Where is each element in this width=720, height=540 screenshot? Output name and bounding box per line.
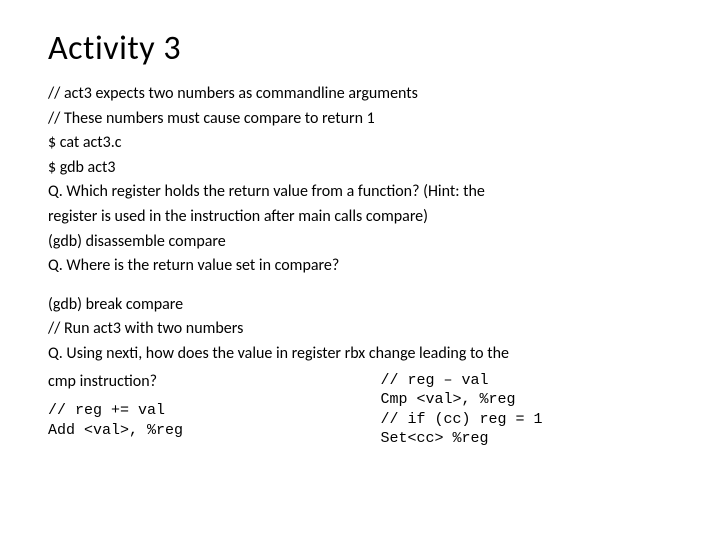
spacer (48, 280, 672, 294)
shell-line: $ cat act3.c (48, 132, 672, 154)
asm-comment: // if (cc) reg = 1 (380, 410, 672, 430)
comment-line: // Run act3 with two numbers (48, 318, 672, 340)
shell-line: $ gdb act3 (48, 157, 672, 179)
gdb-line: (gdb) disassemble compare (48, 231, 672, 253)
two-column-block: cmp instruction? // reg += val Add <val>… (48, 371, 672, 449)
right-column: // reg – val Cmp <val>, %reg // if (cc) … (372, 371, 672, 449)
question-line-cont: cmp instruction? (48, 371, 372, 393)
asm-instruction: Cmp <val>, %reg (380, 390, 672, 410)
question-line: Q. Using nexti, how does the value in re… (48, 343, 672, 365)
comment-line: // act3 expects two numbers as commandli… (48, 83, 672, 105)
asm-instruction: Add <val>, %reg (48, 421, 372, 441)
slide-title: Activity 3 (48, 28, 672, 69)
question-line: Q. Where is the return value set in comp… (48, 255, 672, 277)
question-line-cont: register is used in the instruction afte… (48, 206, 672, 228)
comment-line: // These numbers must cause compare to r… (48, 108, 672, 130)
asm-comment: // reg += val (48, 401, 372, 421)
asm-comment: // reg – val (380, 371, 672, 391)
gdb-line: (gdb) break compare (48, 294, 672, 316)
left-column: cmp instruction? // reg += val Add <val>… (48, 371, 372, 449)
asm-instruction: Set<cc> %reg (380, 429, 672, 449)
question-line: Q. Which register holds the return value… (48, 181, 672, 203)
